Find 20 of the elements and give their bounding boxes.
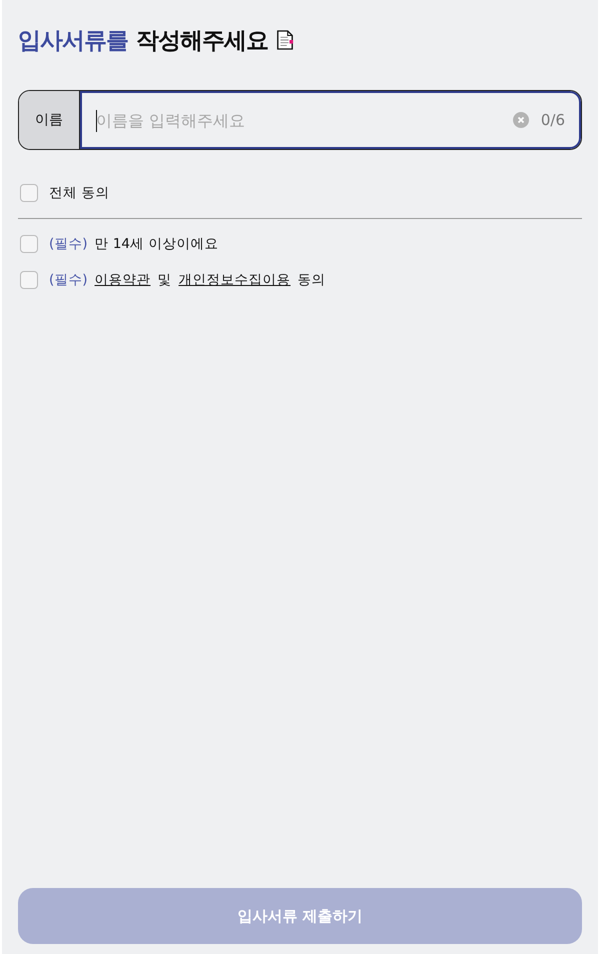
checkbox-label: 전체 동의 (49, 184, 110, 202)
text-input[interactable]: 이름을 입력해주세요 (96, 110, 513, 130)
terms-link[interactable]: 이용약관 (94, 271, 151, 289)
checkbox[interactable] (20, 235, 38, 253)
required-tag: (필수) (49, 235, 88, 253)
name-input-field[interactable]: 이름을 입력해주세요 0/6 (80, 91, 581, 149)
checkbox[interactable] (20, 184, 38, 202)
field-label: 이름 (19, 91, 80, 149)
page-title: 작성해주세요 (136, 26, 268, 56)
checkbox-label: 만 14세 이상이에요 (94, 235, 218, 253)
page-title: 입사서류를 (18, 26, 128, 56)
checkbox[interactable] (20, 271, 38, 289)
required-tag: (필수) (49, 271, 88, 289)
document-icon (276, 30, 294, 50)
character-counter: 0/6 (540, 111, 565, 129)
text-cursor (96, 110, 97, 132)
terms-link[interactable]: 개인정보수집이용 (178, 271, 291, 289)
checkbox-label: 및 (158, 271, 172, 289)
checkbox-label: 동의 (298, 271, 326, 289)
clear-icon[interactable] (512, 112, 529, 128)
